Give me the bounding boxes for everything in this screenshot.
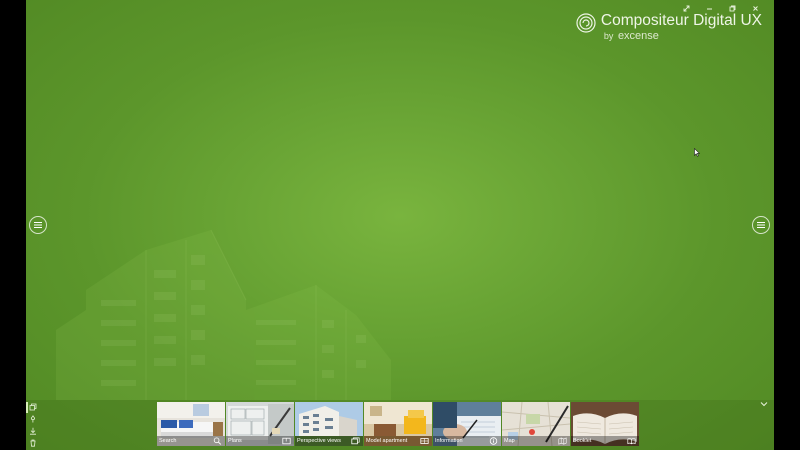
pin-icon[interactable]	[29, 415, 37, 423]
mouse-cursor-icon	[694, 148, 700, 157]
tile-label: Booklet	[573, 438, 592, 444]
dock-tools	[26, 400, 40, 450]
brand-subtitle: by excense	[603, 30, 762, 42]
dock-tiles: Search Plans Perspective views Model apa…	[157, 402, 639, 446]
search-icon	[213, 437, 222, 445]
hamburger-menu-icon	[757, 222, 765, 228]
floorplan-icon	[420, 438, 429, 444]
tile-plans[interactable]: Plans	[226, 402, 294, 446]
brand-company: excense	[617, 30, 659, 42]
brand-title: Compositeur Digital UX	[600, 12, 762, 29]
gallery-icon	[351, 437, 360, 445]
compositeur-logo-icon	[576, 13, 596, 33]
tile-label: Map	[504, 438, 515, 444]
tile-booklet[interactable]: Booklet	[571, 402, 639, 446]
map-icon	[558, 437, 567, 445]
left-menu-button[interactable]	[29, 216, 47, 234]
tile-label: Information	[435, 438, 463, 444]
building-background-image	[56, 229, 391, 400]
tile-model-apartment[interactable]: Model apartment	[364, 402, 432, 446]
hamburger-menu-icon	[34, 222, 42, 228]
info-icon	[489, 437, 498, 445]
tile-label: Model apartment	[366, 438, 408, 444]
tile-search[interactable]: Search	[157, 402, 225, 446]
tile-map[interactable]: Map	[502, 402, 570, 446]
letterbox-right	[774, 0, 800, 450]
trash-icon[interactable]	[29, 439, 37, 447]
tile-information[interactable]: Information	[433, 402, 501, 446]
layers-icon[interactable]	[29, 403, 37, 411]
tile-label: Plans	[228, 438, 242, 444]
download-icon[interactable]	[29, 427, 37, 435]
right-menu-button[interactable]	[752, 216, 770, 234]
letterbox-left	[0, 0, 26, 450]
tile-label: Perspective views	[297, 438, 342, 444]
brand-by: by	[603, 31, 614, 41]
booklet-icon	[627, 438, 636, 445]
tile-perspective-views[interactable]: Perspective views	[295, 402, 363, 446]
brand-header: Compositeur Digital UX by excense	[576, 12, 762, 42]
dock-tools-accent	[26, 402, 28, 413]
plan-icon	[282, 437, 291, 445]
chevron-down-icon[interactable]	[760, 401, 768, 407]
app-window: Compositeur Digital UX by excense Search…	[26, 0, 774, 450]
tile-label: Search	[159, 438, 177, 444]
